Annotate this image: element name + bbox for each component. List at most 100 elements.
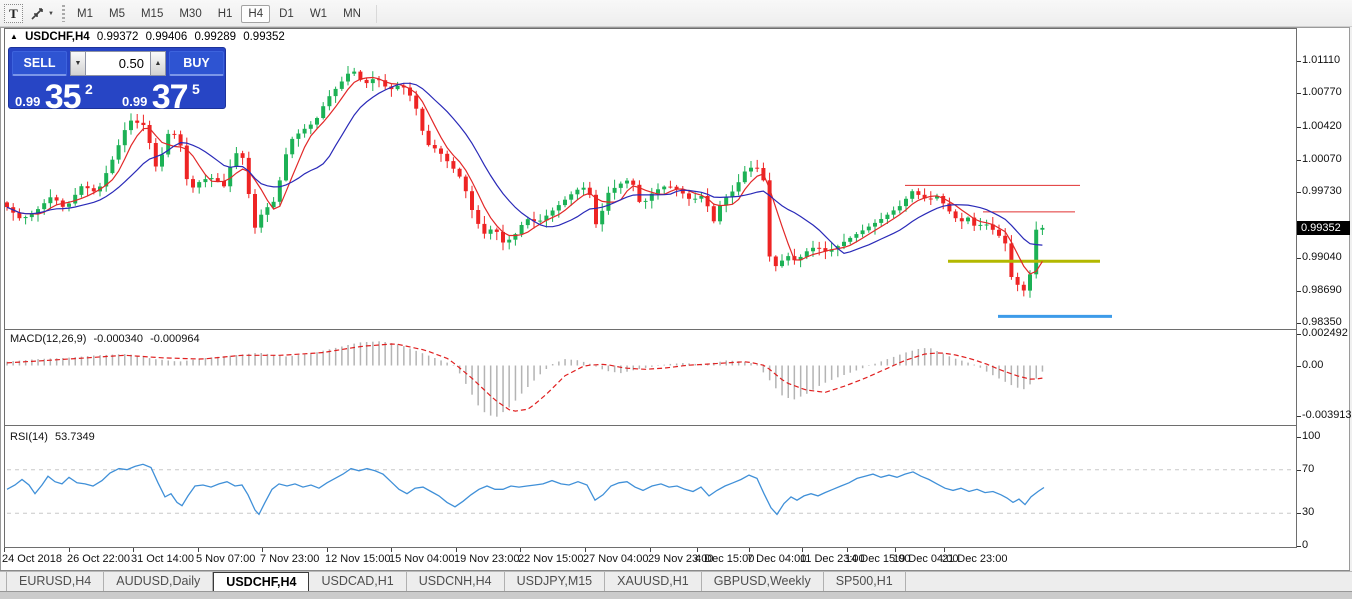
price-axis-tick xyxy=(1297,93,1301,94)
rsi-axis-label: 0 xyxy=(1302,539,1308,551)
price-axis-tick xyxy=(1297,291,1301,292)
time-axis-label: 26 Oct 22:00 xyxy=(67,553,130,565)
timeframe-button-mn[interactable]: MN xyxy=(336,5,368,23)
buy-price-base: 0.99 xyxy=(122,94,147,109)
arrange-arrows-icon[interactable]: ▼ xyxy=(29,4,59,23)
one-click-trading-panel: SELL ▼ ▲ BUY 0.99 35 2 0.99 37 5 xyxy=(8,47,226,109)
timeframe-button-m1[interactable]: M1 xyxy=(70,5,100,23)
volume-input[interactable] xyxy=(86,51,150,76)
time-axis-label: 22 Nov 15:00 xyxy=(518,553,583,565)
chart-tab-xauusd-h1[interactable]: XAUUSD,H1 xyxy=(605,572,702,591)
rsi-label: RSI(14) 53.7349 xyxy=(10,431,99,443)
chart-tab-usdcad-h1[interactable]: USDCAD,H1 xyxy=(309,572,406,591)
price-axis-label: 0.99040 xyxy=(1302,251,1342,263)
macd-axis-label: 0.00 xyxy=(1302,359,1323,371)
chart-symbol: USDCHF,H4 xyxy=(25,31,90,43)
price-axis-tick xyxy=(1297,61,1301,62)
timeframe-button-w1[interactable]: W1 xyxy=(303,5,334,23)
time-axis-tick xyxy=(749,548,750,552)
time-axis-tick xyxy=(4,548,5,552)
time-axis-tick xyxy=(198,548,199,552)
rsi-axis-label: 100 xyxy=(1302,430,1320,442)
chart-tab-gbpusd-weekly[interactable]: GBPUSD,Weekly xyxy=(702,572,824,591)
sell-button[interactable]: SELL xyxy=(12,51,67,76)
chart-tab-usdchf-h4[interactable]: USDCHF,H4 xyxy=(213,572,309,591)
sell-price-sup: 2 xyxy=(85,81,93,97)
timeframe-button-m15[interactable]: M15 xyxy=(134,5,170,23)
ohlc-close: 0.99352 xyxy=(243,31,285,43)
chart-tab-eurusd-h4[interactable]: EURUSD,H4 xyxy=(6,572,104,591)
price-axis-label: 1.00420 xyxy=(1302,120,1342,132)
toolbar-separator xyxy=(376,5,377,23)
time-axis-tick xyxy=(391,548,392,552)
time-axis-label: 19 Nov 23:00 xyxy=(454,553,519,565)
dropdown-caret-icon[interactable]: ▼ xyxy=(48,11,54,17)
sell-price-base: 0.99 xyxy=(15,94,40,109)
timeframe-button-d1[interactable]: D1 xyxy=(272,5,301,23)
timeframe-button-h1[interactable]: H1 xyxy=(211,5,240,23)
time-axis-tick xyxy=(456,548,457,552)
chart-title: ▲ USDCHF,H4 0.99372 0.99406 0.99289 0.99… xyxy=(10,31,289,43)
macd-histogram xyxy=(6,341,1043,416)
macd-label: MACD(12,26,9) -0.000340 -0.000964 xyxy=(10,333,204,345)
toolbar-drag-handle[interactable] xyxy=(62,5,65,22)
price-axis-label: 0.98690 xyxy=(1302,284,1342,296)
time-axis-tick xyxy=(69,548,70,552)
price-axis-tick xyxy=(1297,323,1301,324)
buy-price-display[interactable]: 0.99 37 5 xyxy=(122,78,200,108)
rsi-indicator-plot[interactable] xyxy=(5,426,1296,547)
macd-axis-tick xyxy=(1297,366,1301,367)
macd-value-main: -0.000340 xyxy=(93,333,143,345)
time-axis-label: 7 Dec 04:00 xyxy=(747,553,806,565)
chart-tab-usdjpy-m15[interactable]: USDJPY,M15 xyxy=(505,572,606,591)
chart-tab-audusd-daily[interactable]: AUDUSD,Daily xyxy=(104,572,213,591)
timeframe-button-m30[interactable]: M30 xyxy=(172,5,208,23)
rsi-axis-tick xyxy=(1297,470,1301,471)
time-axis-label: 12 Nov 15:00 xyxy=(325,553,390,565)
text-tool-icon[interactable]: T xyxy=(4,4,23,23)
time-axis-tick xyxy=(697,548,698,552)
timeframe-button-h4[interactable]: H4 xyxy=(241,5,270,23)
volume-increase-button[interactable]: ▲ xyxy=(150,51,166,76)
time-axis-label: 31 Oct 14:00 xyxy=(131,553,194,565)
rsi-axis-label: 30 xyxy=(1302,506,1314,518)
time-axis-tick xyxy=(262,548,263,552)
macd-signal-line xyxy=(7,344,1042,411)
chart-tab-sp500-h1[interactable]: SP500,H1 xyxy=(824,572,906,591)
macd-value-signal: -0.000964 xyxy=(150,333,200,345)
chart-tab-usdcnh-h4[interactable]: USDCNH,H4 xyxy=(407,572,505,591)
macd-axis-label: -0.003913 xyxy=(1302,409,1352,421)
price-axis-tick xyxy=(1297,192,1301,193)
timeframe-button-m5[interactable]: M5 xyxy=(102,5,132,23)
time-axis-label: 21 Dec 23:00 xyxy=(942,553,1007,565)
price-axis-label: 1.00770 xyxy=(1302,86,1342,98)
sell-price-big: 35 xyxy=(45,78,81,116)
rsi-axis-tick xyxy=(1297,513,1301,514)
sell-price-display[interactable]: 0.99 35 2 xyxy=(15,78,93,108)
price-axis-tick xyxy=(1297,258,1301,259)
time-axis-label: 7 Nov 23:00 xyxy=(260,553,319,565)
time-axis-tick xyxy=(895,548,896,552)
collapse-triangle-icon[interactable]: ▲ xyxy=(10,32,18,41)
time-axis-tick xyxy=(327,548,328,552)
buy-button[interactable]: BUY xyxy=(169,51,224,76)
time-axis-label: 5 Nov 07:00 xyxy=(196,553,255,565)
price-axis-label: 1.01110 xyxy=(1302,54,1340,66)
rsi-axis-tick xyxy=(1297,546,1301,547)
price-axis-tick xyxy=(1297,160,1301,161)
macd-axis-tick xyxy=(1297,334,1301,335)
time-axis-tick xyxy=(802,548,803,552)
time-axis-tick xyxy=(944,548,945,552)
time-axis-tick xyxy=(585,548,586,552)
price-axis-label: 1.00070 xyxy=(1302,153,1342,165)
time-axis-tick xyxy=(847,548,848,552)
rsi-axis-tick xyxy=(1297,437,1301,438)
ohlc-high: 0.99406 xyxy=(146,31,188,43)
price-axis-label: 0.99730 xyxy=(1302,185,1342,197)
current-price-badge: 0.99352 xyxy=(1297,221,1350,235)
macd-name: MACD(12,26,9) xyxy=(10,333,86,345)
double-arrow-icon xyxy=(29,6,45,22)
volume-control: ▼ ▲ xyxy=(70,51,166,76)
volume-decrease-button[interactable]: ▼ xyxy=(70,51,86,76)
time-axis-label: 15 Nov 04:00 xyxy=(389,553,454,565)
